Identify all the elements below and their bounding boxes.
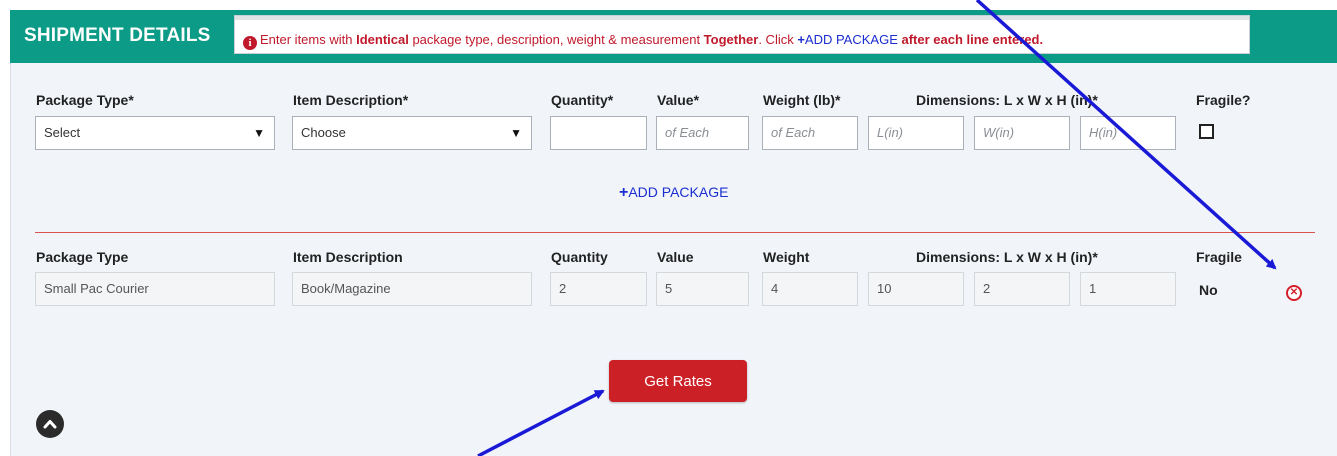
annotation-arrow-remove (975, 0, 1277, 270)
annotation-arrow-get-rates (477, 389, 605, 456)
annotation-arrows (477, 0, 1277, 456)
